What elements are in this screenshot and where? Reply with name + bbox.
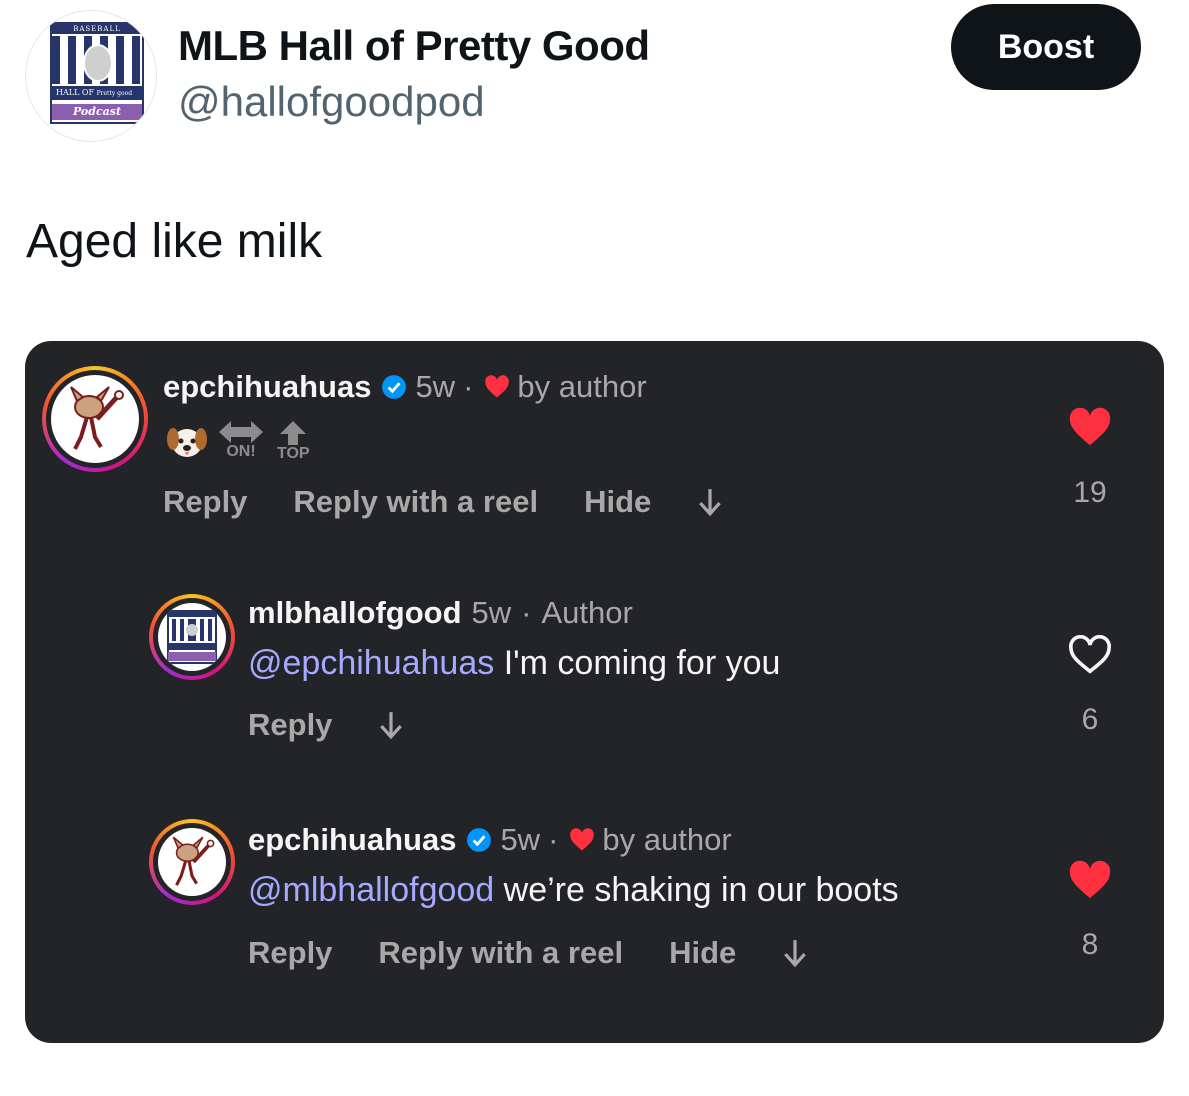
podcast-logo: BASEBALL HALL OF Pretty good Podcast: [50, 22, 144, 124]
hide-button[interactable]: Hide: [669, 935, 736, 971]
down-arrow-icon[interactable]: [697, 487, 723, 517]
comment-time: 5w: [471, 595, 512, 630]
like-count: 6: [1081, 703, 1099, 736]
meta-separator: ·: [521, 595, 532, 630]
down-arrow-icon[interactable]: [378, 710, 404, 740]
verified-badge-icon: [382, 375, 407, 399]
verified-badge-icon: [467, 828, 492, 852]
dog-face-emoji-icon: [167, 428, 207, 457]
commenter-avatar: [149, 819, 235, 905]
meta-separator: ·: [548, 822, 559, 857]
boost-button[interactable]: Boost: [951, 4, 1141, 90]
meta-separator: ·: [463, 369, 474, 404]
comment-body: I'm coming for you: [494, 644, 781, 682]
author-label: Author: [541, 595, 633, 630]
comment-username[interactable]: epchihuahuas: [163, 369, 371, 405]
tweet-text: Aged like milk: [26, 215, 323, 268]
top-emoji-label: TOP: [277, 445, 310, 462]
embedded-screenshot[interactable]: epchihuahuas 5w · by author ON! TOP Repl…: [25, 341, 1164, 1043]
comment-time: 5w: [415, 369, 456, 404]
comment-time: 5w: [500, 822, 541, 857]
comment-actions: Reply Reply with a reel Hide: [163, 484, 723, 520]
comment-text: @mlbhallofgood we’re shaking in our boot…: [248, 871, 899, 910]
reply-button[interactable]: Reply: [248, 935, 332, 971]
like-heart-filled-icon[interactable]: [1068, 407, 1112, 447]
liked-by-author-label: by author: [602, 822, 732, 857]
reply-with-reel-button[interactable]: Reply with a reel: [378, 935, 623, 971]
chihuahua-logo-icon: [172, 836, 215, 886]
comment-username[interactable]: mlbhallofgood: [248, 595, 462, 631]
top-arrow-emoji-icon: [280, 421, 307, 445]
comment-header: epchihuahuas 5w · by author: [163, 369, 647, 405]
comment-emoji-content: ON! TOP: [165, 419, 310, 463]
comment-header: epchihuahuas 5w · by author: [248, 822, 732, 858]
commenter-avatar: [42, 366, 148, 472]
reply-button[interactable]: Reply: [248, 707, 332, 743]
liked-by-author-heart-icon: [485, 375, 510, 398]
like-count: 8: [1081, 928, 1099, 961]
down-arrow-icon[interactable]: [782, 938, 808, 968]
like-heart-filled-icon[interactable]: [1068, 860, 1112, 900]
logo-podcast-text: Podcast: [52, 104, 142, 120]
reply-with-reel-button[interactable]: Reply with a reel: [293, 484, 538, 520]
podcast-logo-icon: [167, 610, 217, 664]
comment-username[interactable]: epchihuahuas: [248, 822, 456, 858]
hide-button[interactable]: Hide: [584, 484, 651, 520]
like-heart-outline-icon[interactable]: [1068, 635, 1112, 675]
logo-player-photo: [83, 44, 113, 82]
comment-actions: Reply: [248, 707, 404, 743]
comment-body: we’re shaking in our boots: [494, 871, 899, 909]
mention-link[interactable]: @epchihuahuas: [248, 644, 494, 682]
account-avatar[interactable]: BASEBALL HALL OF Pretty good Podcast: [25, 10, 157, 142]
reply-button[interactable]: Reply: [163, 484, 247, 520]
liked-by-author-heart-icon: [570, 828, 595, 851]
mention-link[interactable]: @mlbhallofgood: [248, 871, 494, 909]
logo-hall-text: HALL OF Pretty good: [52, 86, 142, 100]
logo-top-text: BASEBALL: [52, 24, 142, 34]
comment-text: @epchihuahuas I'm coming for you: [248, 644, 780, 683]
on-arrow-emoji-icon: [219, 421, 263, 443]
comment-header: mlbhallofgood 5w · Author: [248, 595, 633, 631]
comment-actions: Reply Reply with a reel Hide: [248, 935, 808, 971]
liked-by-author-label: by author: [517, 369, 647, 404]
commenter-avatar: [149, 594, 235, 680]
like-count: 19: [1073, 476, 1107, 509]
user-handle[interactable]: @hallofgoodpod: [178, 78, 485, 126]
on-emoji-label: ON!: [226, 443, 256, 460]
display-name[interactable]: MLB Hall of Pretty Good: [178, 22, 650, 70]
chihuahua-logo-icon: [70, 386, 124, 450]
